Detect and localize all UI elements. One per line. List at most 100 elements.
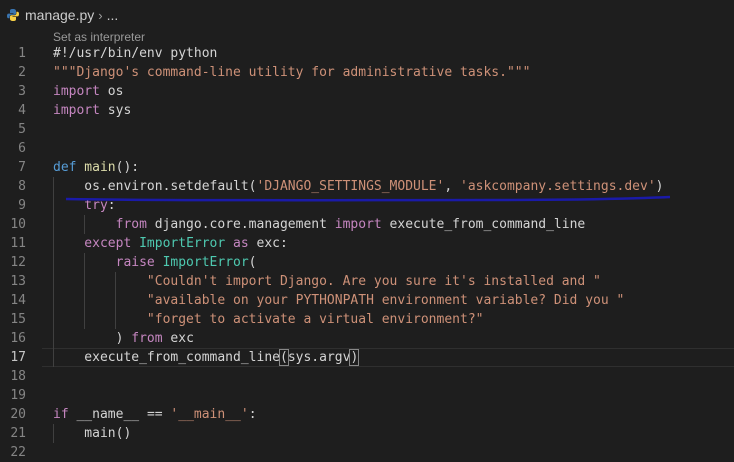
code-token: '__main__'	[170, 407, 249, 422]
code-text: except ImportError as exc:	[53, 234, 288, 253]
code-line[interactable]: 11 except ImportError as exc:	[0, 234, 734, 253]
code-text: "forget to activate a virtual environmen…	[53, 310, 484, 329]
line-number: 1	[18, 46, 26, 61]
line-number: 19	[10, 388, 26, 403]
code-line[interactable]: 2 """Django's command-line utility for ad…	[0, 63, 734, 82]
line-number: 20	[10, 407, 26, 422]
code-token: os	[99, 84, 124, 99]
code-text: from django.core.management import execu…	[53, 215, 586, 234]
code-editor[interactable]: 1 #!/usr/bin/env python 2 """Django's comma…	[0, 44, 734, 462]
code-line[interactable]: 19	[0, 386, 734, 405]
code-token: __name__	[68, 407, 147, 422]
code-token: main	[76, 160, 116, 175]
line-number: 21	[10, 426, 26, 441]
breadcrumb-filename[interactable]: manage.py	[25, 7, 94, 23]
code-line[interactable]: 22	[0, 443, 734, 462]
code-token: except	[53, 236, 132, 251]
code-line[interactable]: 20 if __name__ == '__main__':	[0, 405, 734, 424]
code-line[interactable]: 21 main()	[0, 424, 734, 443]
code-token: ==	[146, 407, 163, 422]
code-line[interactable]: 18	[0, 367, 734, 386]
code-line[interactable]: 1 #!/usr/bin/env python	[0, 44, 734, 63]
code-line[interactable]: 12 raise ImportError(	[0, 253, 734, 272]
indent-guide	[84, 253, 85, 329]
code-text: def main():	[53, 158, 139, 177]
code-token: )	[655, 179, 664, 194]
code-token: """Django's command-line utility for adm…	[53, 65, 531, 80]
code-line[interactable]: 9 try:	[0, 196, 734, 215]
code-token: execute_from_command_line	[381, 217, 586, 232]
code-line[interactable]: 7 def main():	[0, 158, 734, 177]
line-number: 5	[18, 122, 26, 137]
code-line[interactable]: 6	[0, 139, 734, 158]
code-line[interactable]: 13 "Couldn't import Django. Are you sure…	[0, 272, 734, 291]
code-token: :	[107, 198, 116, 213]
code-text: """Django's command-line utility for adm…	[53, 63, 530, 82]
code-token: import	[334, 217, 382, 232]
code-token: ,	[444, 179, 460, 194]
code-token: )	[53, 331, 132, 346]
line-number: 10	[10, 217, 26, 232]
line-number: 7	[18, 160, 26, 175]
code-token: if	[53, 407, 69, 422]
code-line[interactable]: 10 from django.core.management import ex…	[0, 215, 734, 234]
code-text: execute_from_command_line(sys.argv)	[53, 348, 360, 367]
line-number: 12	[10, 255, 26, 270]
indent-guide	[115, 272, 116, 329]
code-text: if __name__ == '__main__':	[53, 405, 257, 424]
line-number: 6	[18, 141, 26, 156]
code-token: execute_from_command_line	[53, 350, 280, 365]
line-number: 2	[18, 65, 26, 80]
code-text: #!/usr/bin/env python	[53, 44, 217, 63]
indent-guide	[84, 215, 85, 234]
code-line[interactable]: 5	[0, 120, 734, 139]
line-number: 18	[10, 369, 26, 384]
line-number: 14	[10, 293, 26, 308]
code-token: ImportError	[139, 236, 226, 251]
code-token: :	[248, 407, 257, 422]
code-line[interactable]: 8 os.environ.setdefault('DJANGO_SETTINGS…	[0, 177, 734, 196]
code-token: sys	[99, 103, 132, 118]
indent-guide	[53, 424, 54, 443]
code-line[interactable]: 3 import os	[0, 82, 734, 101]
code-line[interactable]: 14 "available on your PYTHONPATH environ…	[0, 291, 734, 310]
breadcrumb-more[interactable]: ...	[107, 7, 119, 23]
code-token: exc	[162, 331, 194, 346]
code-token: from	[53, 217, 147, 232]
chevron-right-icon: ›	[98, 7, 103, 23]
line-number: 11	[10, 236, 26, 251]
code-line[interactable]: 16 ) from exc	[0, 329, 734, 348]
code-text: ) from exc	[53, 329, 194, 348]
code-token: django.core.management	[146, 217, 335, 232]
code-text: "available on your PYTHONPATH environmen…	[53, 291, 624, 310]
code-token: (	[248, 255, 257, 270]
code-token: ImportError	[162, 255, 249, 270]
code-line[interactable]: 4 import sys	[0, 101, 734, 120]
code-token: (	[279, 349, 289, 366]
code-token: os.environ.setdefault(	[53, 179, 257, 194]
python-file-icon	[6, 8, 20, 22]
code-token: as	[225, 236, 249, 251]
code-text: main()	[53, 424, 131, 443]
code-line[interactable]: 15 "forget to activate a virtual environ…	[0, 310, 734, 329]
code-token: import	[53, 84, 100, 99]
line-number: 16	[10, 331, 26, 346]
code-line[interactable]: 17 execute_from_command_line(sys.argv)	[0, 348, 734, 367]
code-text: try:	[53, 196, 116, 215]
line-number: 9	[18, 198, 26, 213]
code-token: )	[349, 349, 360, 366]
code-token: exc:	[248, 236, 288, 251]
code-token: 'askcompany.settings.dev'	[460, 179, 656, 194]
line-number: 22	[10, 445, 26, 460]
breadcrumb: manage.py › ...	[0, 0, 734, 30]
code-token: "Couldn't import Django. Are you sure it…	[53, 274, 601, 289]
line-number: 3	[18, 84, 26, 99]
code-token: def	[53, 160, 77, 175]
code-token: "available on your PYTHONPATH environmen…	[53, 293, 625, 308]
code-token: main()	[53, 426, 132, 441]
code-token: sys.argv	[287, 350, 351, 365]
line-number: 4	[18, 103, 26, 118]
code-token: 'DJANGO_SETTINGS_MODULE'	[256, 179, 445, 194]
